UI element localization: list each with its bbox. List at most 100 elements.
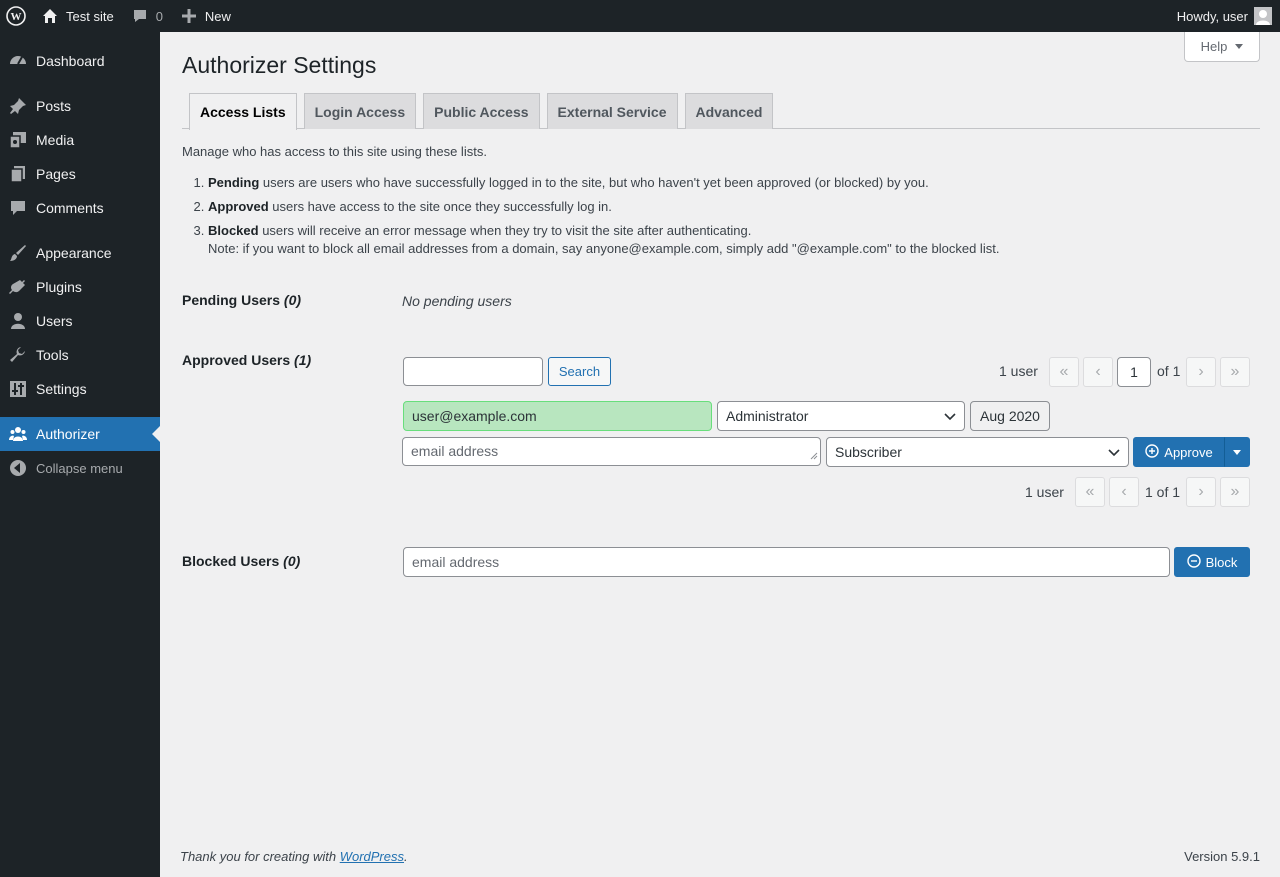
no-pending-users-text: No pending users — [402, 293, 512, 309]
footer-thanks-prefix: Thank you for creating with — [180, 849, 340, 864]
pages-icon — [8, 164, 28, 184]
settings-icon — [8, 379, 28, 399]
plus-circle-icon — [1145, 443, 1159, 461]
chevron-down-icon — [944, 408, 956, 424]
approve-dropdown-toggle[interactable] — [1224, 437, 1250, 467]
sidebar-item-media[interactable]: Media — [0, 123, 160, 157]
footer-version: Version 5.9.1 — [1184, 849, 1260, 864]
sidebar-item-settings[interactable]: Settings — [0, 372, 160, 406]
rule-approved: Approved users have access to the site o… — [208, 198, 1258, 216]
plug-icon — [8, 277, 28, 297]
footer-thanks-suffix: . — [404, 849, 408, 864]
collapse-menu-button[interactable]: Collapse menu — [0, 451, 160, 485]
tab-external-service[interactable]: External Service — [546, 93, 678, 129]
wrench-icon — [8, 345, 28, 365]
tab-advanced[interactable]: Advanced — [684, 93, 774, 129]
approved-user-date: Aug 2020 — [970, 401, 1050, 431]
rule-blocked: Blocked users will receive an error mess… — [208, 222, 1258, 258]
sidebar-item-label: Tools — [36, 347, 69, 363]
block-label: Block — [1205, 554, 1238, 570]
first-page-button[interactable]: « — [1049, 357, 1079, 387]
blocked-users-label: Blocked Users (0) — [182, 553, 300, 569]
rule-term: Pending — [208, 175, 260, 190]
dashboard-icon — [8, 51, 28, 71]
help-button[interactable]: Help — [1184, 32, 1260, 62]
caret-down-icon — [1235, 44, 1244, 49]
next-page-button[interactable]: › — [1186, 357, 1216, 387]
new-content-link[interactable]: New — [171, 0, 239, 32]
next-page-button-bottom[interactable]: › — [1186, 477, 1216, 507]
sidebar-item-label: Comments — [36, 200, 104, 216]
main-content: Help Authorizer Settings Access Lists Lo… — [160, 32, 1280, 877]
sidebar-item-label: Appearance — [36, 245, 112, 261]
approved-user-email[interactable]: user@example.com — [403, 401, 712, 431]
sidebar-item-appearance[interactable]: Appearance — [0, 236, 160, 270]
plus-icon — [179, 6, 199, 26]
prev-page-button-bottom[interactable]: ‹ — [1109, 477, 1139, 507]
tab-login-access[interactable]: Login Access — [303, 93, 417, 129]
footer-thanks: Thank you for creating with WordPress. — [180, 849, 408, 864]
approve-button[interactable]: Approve — [1133, 437, 1225, 467]
blocked-email-input[interactable]: email address — [403, 547, 1170, 577]
account-menu[interactable]: Howdy, user — [1177, 0, 1272, 32]
prev-page-button[interactable]: ‹ — [1083, 357, 1113, 387]
approved-user-count: 1 user — [999, 363, 1038, 379]
rule-text: users are users who have successfully lo… — [259, 175, 929, 190]
approved-user-role-select[interactable]: Administrator — [717, 401, 965, 431]
greeting: Howdy, user — [1176, 8, 1248, 24]
search-button[interactable]: Search — [548, 357, 611, 386]
collapse-icon — [8, 458, 28, 478]
section-count: (0) — [283, 553, 301, 569]
approved-search-input[interactable] — [403, 357, 543, 386]
caret-down-icon — [1233, 449, 1241, 455]
email-placeholder: email address — [412, 554, 500, 570]
sidebar-item-authorizer[interactable]: Authorizer — [0, 417, 160, 451]
avatar — [1254, 7, 1272, 25]
rule-text: users will receive an error message when… — [258, 223, 752, 238]
last-page-button-bottom[interactable]: » — [1220, 477, 1250, 507]
wordpress-link[interactable]: WordPress — [340, 849, 404, 864]
sidebar-item-label: Media — [36, 132, 75, 148]
first-page-button-bottom[interactable]: « — [1075, 477, 1105, 507]
minus-circle-icon — [1186, 553, 1201, 571]
section-label: Approved Users — [182, 352, 291, 368]
pending-users-label: Pending Users (0) — [182, 292, 301, 308]
email-placeholder: email address — [411, 443, 499, 459]
sidebar-item-users[interactable]: Users — [0, 304, 160, 338]
tab-access-lists[interactable]: Access Lists — [189, 93, 297, 130]
sidebar-item-tools[interactable]: Tools — [0, 338, 160, 372]
admin-sidebar: Dashboard Posts Media Pages Comments App… — [0, 32, 160, 877]
current-page-input[interactable]: 1 — [1117, 357, 1151, 387]
sidebar-item-label: Plugins — [36, 279, 82, 295]
sidebar-item-comments[interactable]: Comments — [0, 191, 160, 225]
section-label: Pending Users — [182, 292, 281, 308]
page-total: of 1 — [1157, 363, 1181, 379]
tab-public-access[interactable]: Public Access — [423, 93, 540, 129]
selected-role: Subscriber — [835, 444, 902, 460]
groups-icon — [8, 424, 28, 444]
site-name: Test site — [66, 8, 114, 24]
sidebar-item-label: Settings — [36, 381, 87, 397]
sidebar-item-label: Posts — [36, 98, 72, 114]
new-user-role-select[interactable]: Subscriber — [826, 437, 1129, 467]
wordpress-logo-icon[interactable]: W — [0, 0, 32, 32]
admin-bar: W Test site 0 New Howdy, user — [0, 0, 1280, 32]
section-count: (1) — [294, 352, 312, 368]
rule-term: Approved — [208, 199, 269, 214]
page-summary: 1 of 1 — [1145, 484, 1181, 500]
block-button[interactable]: Block — [1174, 547, 1250, 577]
rules-list: Pending users are users who have success… — [208, 174, 1258, 264]
sidebar-item-pages[interactable]: Pages — [0, 157, 160, 191]
sidebar-item-posts[interactable]: Posts — [0, 89, 160, 123]
sidebar-item-label: Dashboard — [36, 53, 105, 69]
new-user-email-textarea[interactable]: email address — [402, 437, 821, 466]
comments-link[interactable]: 0 — [122, 0, 171, 32]
sidebar-item-dashboard[interactable]: Dashboard — [0, 44, 160, 78]
approved-user-count-bottom: 1 user — [1025, 484, 1064, 500]
sidebar-item-plugins[interactable]: Plugins — [0, 270, 160, 304]
last-page-button[interactable]: » — [1220, 357, 1250, 387]
settings-tabs: Access Lists Login Access Public Access … — [182, 93, 1260, 130]
rule-term: Blocked — [208, 223, 259, 238]
resize-handle-icon — [810, 447, 818, 463]
site-name-link[interactable]: Test site — [32, 0, 122, 32]
